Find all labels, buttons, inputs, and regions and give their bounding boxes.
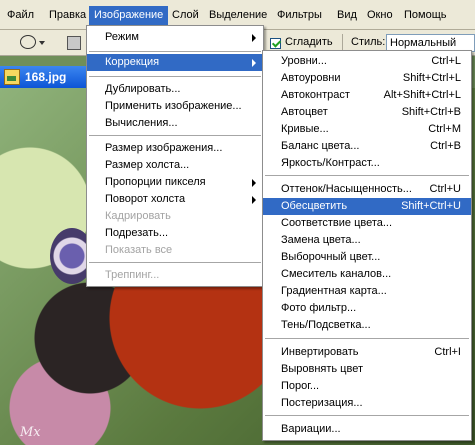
menu-item-threshold[interactable]: Порог... bbox=[263, 378, 471, 395]
menu-window[interactable]: Окно bbox=[362, 6, 398, 25]
menu-help[interactable]: Помощь bbox=[399, 6, 452, 25]
menu-separator bbox=[89, 135, 261, 136]
menu-item-auto-color[interactable]: Автоцвет Shift+Ctrl+B bbox=[263, 104, 471, 121]
menu-item-adjustments[interactable]: Коррекция bbox=[87, 54, 263, 71]
menu-item-mode[interactable]: Режим bbox=[87, 29, 263, 46]
menu-item-canvas-size[interactable]: Размер холста... bbox=[87, 157, 263, 174]
menu-view[interactable]: Вид bbox=[332, 6, 362, 25]
smooth-label: Сгладить bbox=[285, 36, 333, 48]
menu-item-apply-image[interactable]: Применить изображение... bbox=[87, 98, 263, 115]
menu-separator bbox=[265, 175, 469, 176]
menu-item-brightness-contrast[interactable]: Яркость/Контраст... bbox=[263, 155, 471, 172]
new-selection-icon[interactable] bbox=[67, 36, 81, 50]
menu-item-invert[interactable]: Инвертировать Ctrl+I bbox=[263, 344, 471, 361]
menu-item-variations[interactable]: Вариации... bbox=[263, 421, 471, 438]
menu-image[interactable]: Изображение bbox=[89, 6, 169, 25]
menu-item-auto-contrast[interactable]: Автоконтраст Alt+Shift+Ctrl+L bbox=[263, 87, 471, 104]
menu-item-match-color[interactable]: Соответствие цвета... bbox=[263, 215, 471, 232]
chevron-right-icon bbox=[252, 59, 256, 67]
menu-item-trim[interactable]: Подрезать... bbox=[87, 225, 263, 242]
menu-item-pixel-aspect[interactable]: Пропорции пикселя bbox=[87, 174, 263, 191]
menu-item-image-size[interactable]: Размер изображения... bbox=[87, 140, 263, 157]
menu-item-posterize[interactable]: Постеризация... bbox=[263, 395, 471, 412]
menu-separator bbox=[265, 415, 469, 416]
menu-separator bbox=[89, 76, 261, 77]
adjustments-submenu: Уровни... Ctrl+L Автоуровни Shift+Ctrl+L А… bbox=[262, 50, 472, 441]
menu-select[interactable]: Выделение bbox=[204, 6, 272, 25]
menu-item-equalize[interactable]: Выровнять цвет bbox=[263, 361, 471, 378]
menu-item-calculations[interactable]: Вычисления... bbox=[87, 115, 263, 132]
menu-separator bbox=[265, 338, 469, 339]
menu-item-levels[interactable]: Уровни... Ctrl+L bbox=[263, 53, 471, 70]
menu-separator bbox=[89, 262, 261, 263]
menu-item-selective-color[interactable]: Выборочный цвет... bbox=[263, 249, 471, 266]
elliptical-marquee-icon[interactable] bbox=[20, 35, 36, 49]
image-menu: Режим Коррекция Дублировать... Применить… bbox=[86, 25, 264, 287]
menu-item-gradient-map[interactable]: Градиентная карта... bbox=[263, 283, 471, 300]
menu-file[interactable]: Файл bbox=[2, 6, 39, 25]
menu-item-hue-saturation[interactable]: Оттенок/Насыщенность... Ctrl+U bbox=[263, 181, 471, 198]
menu-item-channel-mixer[interactable]: Смеситель каналов... bbox=[263, 266, 471, 283]
menu-filter[interactable]: Фильтры bbox=[272, 6, 327, 25]
menu-item-reveal-all[interactable]: Показать все bbox=[87, 242, 263, 259]
menu-item-curves[interactable]: Кривые... Ctrl+M bbox=[263, 121, 471, 138]
menu-separator bbox=[89, 51, 261, 52]
style-label: Стиль: bbox=[351, 36, 386, 48]
smooth-checkbox[interactable] bbox=[270, 38, 281, 49]
chevron-right-icon bbox=[252, 34, 256, 42]
chevron-down-icon[interactable] bbox=[39, 41, 45, 45]
menu-item-color-balance[interactable]: Баланс цвета... Ctrl+B bbox=[263, 138, 471, 155]
image-file-icon bbox=[4, 69, 20, 85]
chevron-right-icon bbox=[252, 196, 256, 204]
menu-item-trap[interactable]: Треппинг... bbox=[87, 267, 263, 284]
menu-item-photo-filter[interactable]: Фото фильтр... bbox=[263, 300, 471, 317]
menu-item-rotate-canvas[interactable]: Поворот холста bbox=[87, 191, 263, 208]
menu-item-auto-levels[interactable]: Автоуровни Shift+Ctrl+L bbox=[263, 70, 471, 87]
document-title: 168.jpg bbox=[25, 70, 67, 84]
chevron-right-icon bbox=[252, 179, 256, 187]
menu-item-crop[interactable]: Кадрировать bbox=[87, 208, 263, 225]
menu-edit[interactable]: Правка bbox=[44, 6, 91, 25]
menu-item-duplicate[interactable]: Дублировать... bbox=[87, 81, 263, 98]
menu-layer[interactable]: Слой bbox=[167, 6, 204, 25]
menu-item-replace-color[interactable]: Замена цвета... bbox=[263, 232, 471, 249]
menu-item-shadow-highlight[interactable]: Тень/Подсветка... bbox=[263, 317, 471, 334]
watermark: Mx bbox=[20, 425, 41, 440]
menu-item-desaturate[interactable]: Обесцветить Shift+Ctrl+U bbox=[263, 198, 471, 215]
